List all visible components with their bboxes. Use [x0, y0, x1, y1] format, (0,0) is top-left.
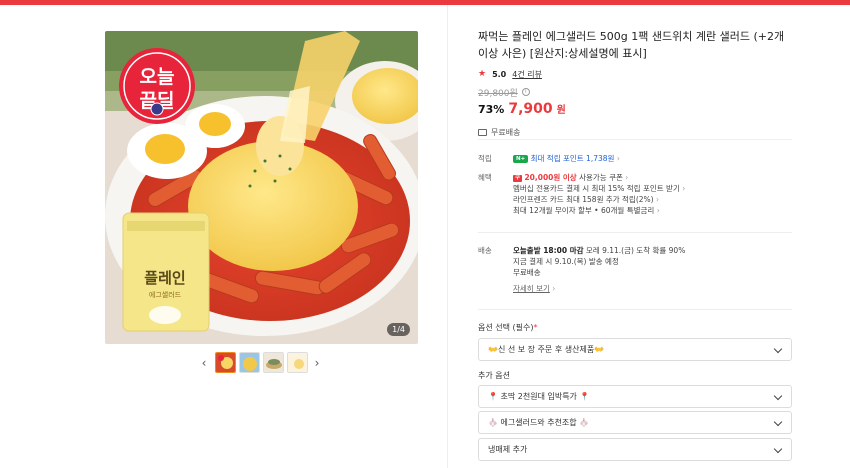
additional-option-select-3[interactable]: 냉매제 추가: [478, 438, 792, 461]
sale-price: 7,900: [508, 101, 553, 117]
coupon-text: 사용가능 쿠폰: [579, 173, 623, 182]
delivery-detail-link[interactable]: 자세히 보기: [513, 284, 550, 293]
benefit-text: 라인프렌즈 카드 최대 158원 추가 적립(2%): [513, 195, 654, 204]
benefit-line[interactable]: 최대 12개월 무이자 할부 • 60개월 특별금리 ›: [513, 205, 793, 216]
chevron-right-icon: ›: [682, 184, 686, 193]
package-sub: 에그샐러드: [149, 290, 182, 299]
coupon-icon: 쿠: [513, 174, 523, 182]
truck-icon: [478, 129, 487, 136]
required-option-select[interactable]: 👐신 선 보 장 주문 후 생산제품👐: [478, 338, 792, 361]
additional-option-label: 추가 옵션: [478, 371, 510, 380]
divider: [478, 232, 792, 233]
discount-rate: 73%: [478, 103, 505, 116]
chevron-right-icon: ›: [656, 206, 660, 215]
required-mark: *: [533, 323, 538, 332]
delivery-dispatch: 지금 결제 시 9.10.(목) 발송 예정: [513, 257, 619, 266]
info-icon[interactable]: i: [521, 88, 530, 96]
review-count-link[interactable]: 4건 리뷰: [512, 69, 542, 80]
next-image-arrow[interactable]: ›: [312, 356, 322, 370]
required-option-label: 옵션 선택 (필수)*: [478, 322, 538, 333]
product-title: 짜먹는 플레인 에그샐러드 500g 1팩 샌드위치 계란 샐러드 (+2개이상…: [478, 30, 785, 60]
chevron-right-icon: ›: [552, 284, 556, 293]
chevron-right-icon: ›: [625, 173, 629, 182]
benefit-text: 멤버십 전용카드 결제 시 최대 15% 적립 포인트 받기: [513, 184, 680, 193]
original-price-row: 29,800원 i: [478, 86, 792, 99]
benefits-label: 혜택: [478, 173, 492, 182]
additional-option-select-2[interactable]: 🧄 에그샐러드와 추천조합 🧄: [478, 411, 792, 434]
deal-badge-line1: 오늘: [140, 66, 175, 88]
required-option-text: 옵션 선택 (필수): [478, 323, 534, 332]
divider: [478, 309, 792, 310]
thumbnail-strip: [215, 352, 308, 373]
points-section: 적립 N+ 최대 적립 포인트 1,738원 ›: [478, 153, 792, 165]
delivery-fee: 무료배송: [513, 268, 541, 277]
package-brand: 플레인: [144, 269, 185, 287]
thumbnail-4[interactable]: [287, 352, 308, 373]
points-label: 적립: [478, 154, 492, 163]
prev-image-arrow[interactable]: ‹: [199, 356, 209, 370]
shipping-row: 무료배송: [478, 127, 792, 138]
rating-value: 5.0: [492, 69, 507, 79]
delivery-label: 배송: [478, 246, 492, 255]
additional-option-value: 📍 초딱 2천원대 입박특가 📍: [488, 392, 590, 401]
benefit-line[interactable]: 라인프렌즈 카드 최대 158원 추가 적립(2%) ›: [513, 194, 793, 205]
chevron-down-icon: [773, 417, 783, 427]
points-text[interactable]: 최대 적립 포인트 1,738원: [531, 154, 615, 163]
image-counter: 1/4: [387, 323, 410, 336]
thumbnail-3[interactable]: [263, 352, 284, 373]
additional-option-value: 냉매제 추가: [488, 445, 528, 454]
top-accent-bar: [0, 0, 850, 5]
product-summary: 짜먹는 플레인 에그샐러드 500g 1팩 샌드위치 계란 샐러드 (+2개이상…: [478, 28, 792, 138]
main-product-image[interactable]: 오늘 끝딜 플레인 에그샐러드 1/4: [105, 31, 418, 344]
chevron-down-icon: [773, 344, 783, 354]
price-row: 73% 7,900 원: [478, 101, 792, 119]
additional-option-select-1[interactable]: 📍 초딱 2천원대 입박특가 📍: [478, 385, 792, 408]
naver-pay-badge: N+: [513, 155, 529, 163]
star-icon: ★: [478, 69, 487, 79]
shipping-text: 무료배송: [491, 128, 521, 137]
benefit-text: 최대 12개월 무이자 할부 • 60개월 특별금리: [513, 206, 655, 215]
original-price: 29,800원: [478, 88, 518, 99]
divider: [478, 139, 792, 140]
delivery-cutoff: 오늘출발 18:00 마감: [513, 246, 584, 255]
required-option-value: 👐신 선 보 장 주문 후 생산제품👐: [488, 345, 605, 354]
chevron-right-icon: ›: [655, 195, 659, 204]
delivery-section: 배송 오늘출발 18:00 마감 모레 9.11.(금) 도착 확률 90% 지…: [478, 245, 792, 300]
benefits-section: 혜택 쿠 20,000원 이상 사용가능 쿠폰 › 멤버십 전용카드 결제 시 …: [478, 172, 792, 222]
rating-row: ★ 5.0 4건 리뷰: [478, 68, 792, 80]
price-unit: 원: [556, 105, 566, 116]
chevron-right-icon: ›: [616, 154, 620, 163]
thumbnail-1[interactable]: [215, 352, 236, 373]
coupon-amount: 20,000원 이상: [524, 173, 577, 182]
benefit-line[interactable]: 멤버십 전용카드 결제 시 최대 15% 적립 포인트 받기 ›: [513, 183, 793, 194]
product-photo: 오늘 끝딜 플레인 에그샐러드: [105, 31, 418, 344]
coupon-line[interactable]: 쿠 20,000원 이상 사용가능 쿠폰 ›: [513, 172, 793, 183]
additional-option-value: 🧄 에그샐러드와 추천조합 🧄: [488, 418, 590, 427]
delivery-arrival: 모레 9.11.(금) 도착 확률 90%: [585, 246, 686, 255]
panel-divider: [447, 5, 448, 468]
chevron-down-icon: [773, 444, 783, 454]
thumbnail-2[interactable]: [239, 352, 260, 373]
chevron-down-icon: [773, 391, 783, 401]
